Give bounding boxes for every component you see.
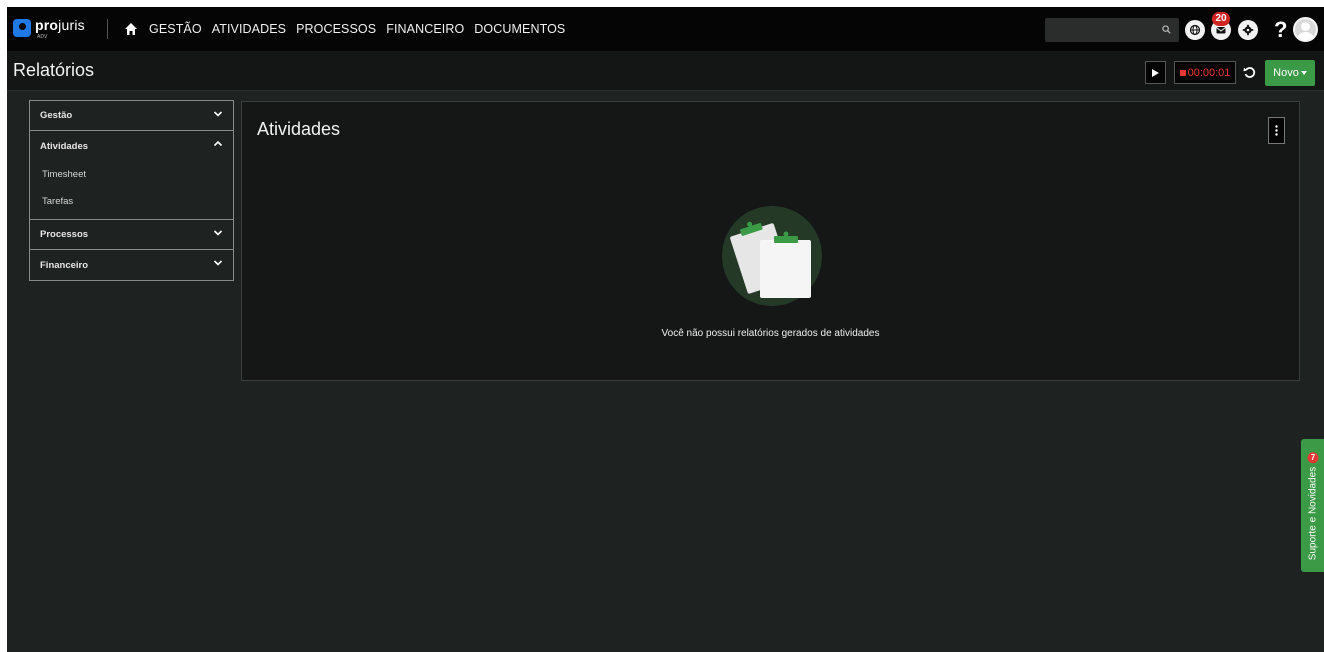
nav-gestao[interactable]: GESTÃO bbox=[149, 22, 202, 36]
search-input[interactable] bbox=[1045, 18, 1179, 42]
globe-button[interactable] bbox=[1185, 20, 1205, 40]
kebab-icon bbox=[1275, 125, 1278, 136]
page-header: Relatórios 00:00:01 Novo bbox=[7, 51, 1324, 91]
main-nav: GESTÃO ATIVIDADES PROCESSOS FINANCEIRO D… bbox=[149, 7, 565, 51]
sidebar-subitems-atividades: Timesheet Tarefas bbox=[30, 161, 233, 220]
messages-badge: 20 bbox=[1212, 12, 1230, 26]
home-icon[interactable] bbox=[124, 22, 138, 36]
sidebar-section-atividades[interactable]: Atividades bbox=[30, 131, 233, 161]
report-panel: Atividades Você não possui relatórios ge… bbox=[241, 101, 1300, 381]
chevron-down-icon[interactable] bbox=[213, 109, 223, 119]
novo-label: Novo bbox=[1273, 67, 1299, 79]
timer-play-button[interactable] bbox=[1145, 61, 1166, 84]
logo-subtitle: ADV bbox=[37, 34, 48, 40]
sidebar-section-financeiro[interactable]: Financeiro bbox=[30, 250, 233, 280]
chevron-up-icon[interactable] bbox=[213, 139, 223, 149]
search-icon[interactable] bbox=[1162, 25, 1171, 34]
page-title: Relatórios bbox=[13, 60, 95, 80]
help-icon[interactable]: ? bbox=[1274, 17, 1287, 43]
reports-sidebar: Gestão Atividades Timesheet Tarefas Proc… bbox=[29, 100, 234, 281]
nav-atividades[interactable]: ATIVIDADES bbox=[212, 22, 286, 36]
sidebar-section-label: Financeiro bbox=[40, 259, 89, 271]
chevron-down-icon[interactable] bbox=[213, 258, 223, 268]
support-tab-label: Suporte e Novidades bbox=[1307, 466, 1318, 560]
user-avatar[interactable] bbox=[1293, 17, 1318, 42]
support-tab-content: Suporte e Novidades 7 bbox=[1307, 451, 1318, 560]
timer-value: 00:00:01 bbox=[1187, 66, 1231, 79]
sidebar-section-label: Gestão bbox=[40, 110, 73, 121]
sidebar-section-processos[interactable]: Processos bbox=[30, 220, 233, 250]
support-news-tab[interactable]: Suporte e Novidades 7 bbox=[1301, 439, 1324, 572]
play-icon bbox=[1152, 68, 1159, 77]
clipboard-icon bbox=[722, 206, 822, 306]
app-logo[interactable]: projuris bbox=[35, 17, 85, 33]
support-badge: 7 bbox=[1307, 451, 1318, 463]
nav-documentos[interactable]: DOCUMENTOS bbox=[474, 22, 565, 36]
stop-icon bbox=[1179, 69, 1186, 76]
chevron-down-icon[interactable] bbox=[213, 228, 223, 238]
panel-title: Atividades bbox=[257, 119, 341, 139]
nav-processos[interactable]: PROCESSOS bbox=[296, 22, 376, 36]
gear-icon bbox=[1242, 24, 1254, 36]
panel-options-button[interactable] bbox=[1268, 117, 1285, 144]
sidebar-section-gestao[interactable]: Gestão bbox=[30, 101, 233, 131]
nav-financeiro[interactable]: FINANCEIRO bbox=[386, 22, 464, 36]
sidebar-section-label: Atividades bbox=[40, 140, 89, 152]
nav-divider bbox=[107, 19, 108, 39]
settings-button[interactable] bbox=[1238, 20, 1258, 40]
novo-button[interactable]: Novo bbox=[1265, 60, 1315, 86]
sidebar-item-timesheet[interactable]: Timesheet bbox=[30, 161, 233, 188]
app-frame: projuris ADV GESTÃO ATIVIDADES PROCESSOS… bbox=[7, 7, 1324, 652]
projuris-logo-icon[interactable] bbox=[13, 19, 31, 37]
timer-display[interactable]: 00:00:01 bbox=[1174, 61, 1236, 84]
top-navbar: projuris ADV GESTÃO ATIVIDADES PROCESSOS… bbox=[7, 7, 1324, 51]
caret-down-icon bbox=[1300, 71, 1307, 75]
empty-state-message: Você não possui relatórios gerados de at… bbox=[661, 328, 880, 339]
reset-icon[interactable] bbox=[1243, 66, 1256, 79]
sidebar-item-tarefas[interactable]: Tarefas bbox=[30, 188, 233, 215]
globe-icon bbox=[1189, 24, 1201, 36]
sidebar-section-label: Processos bbox=[40, 229, 89, 240]
